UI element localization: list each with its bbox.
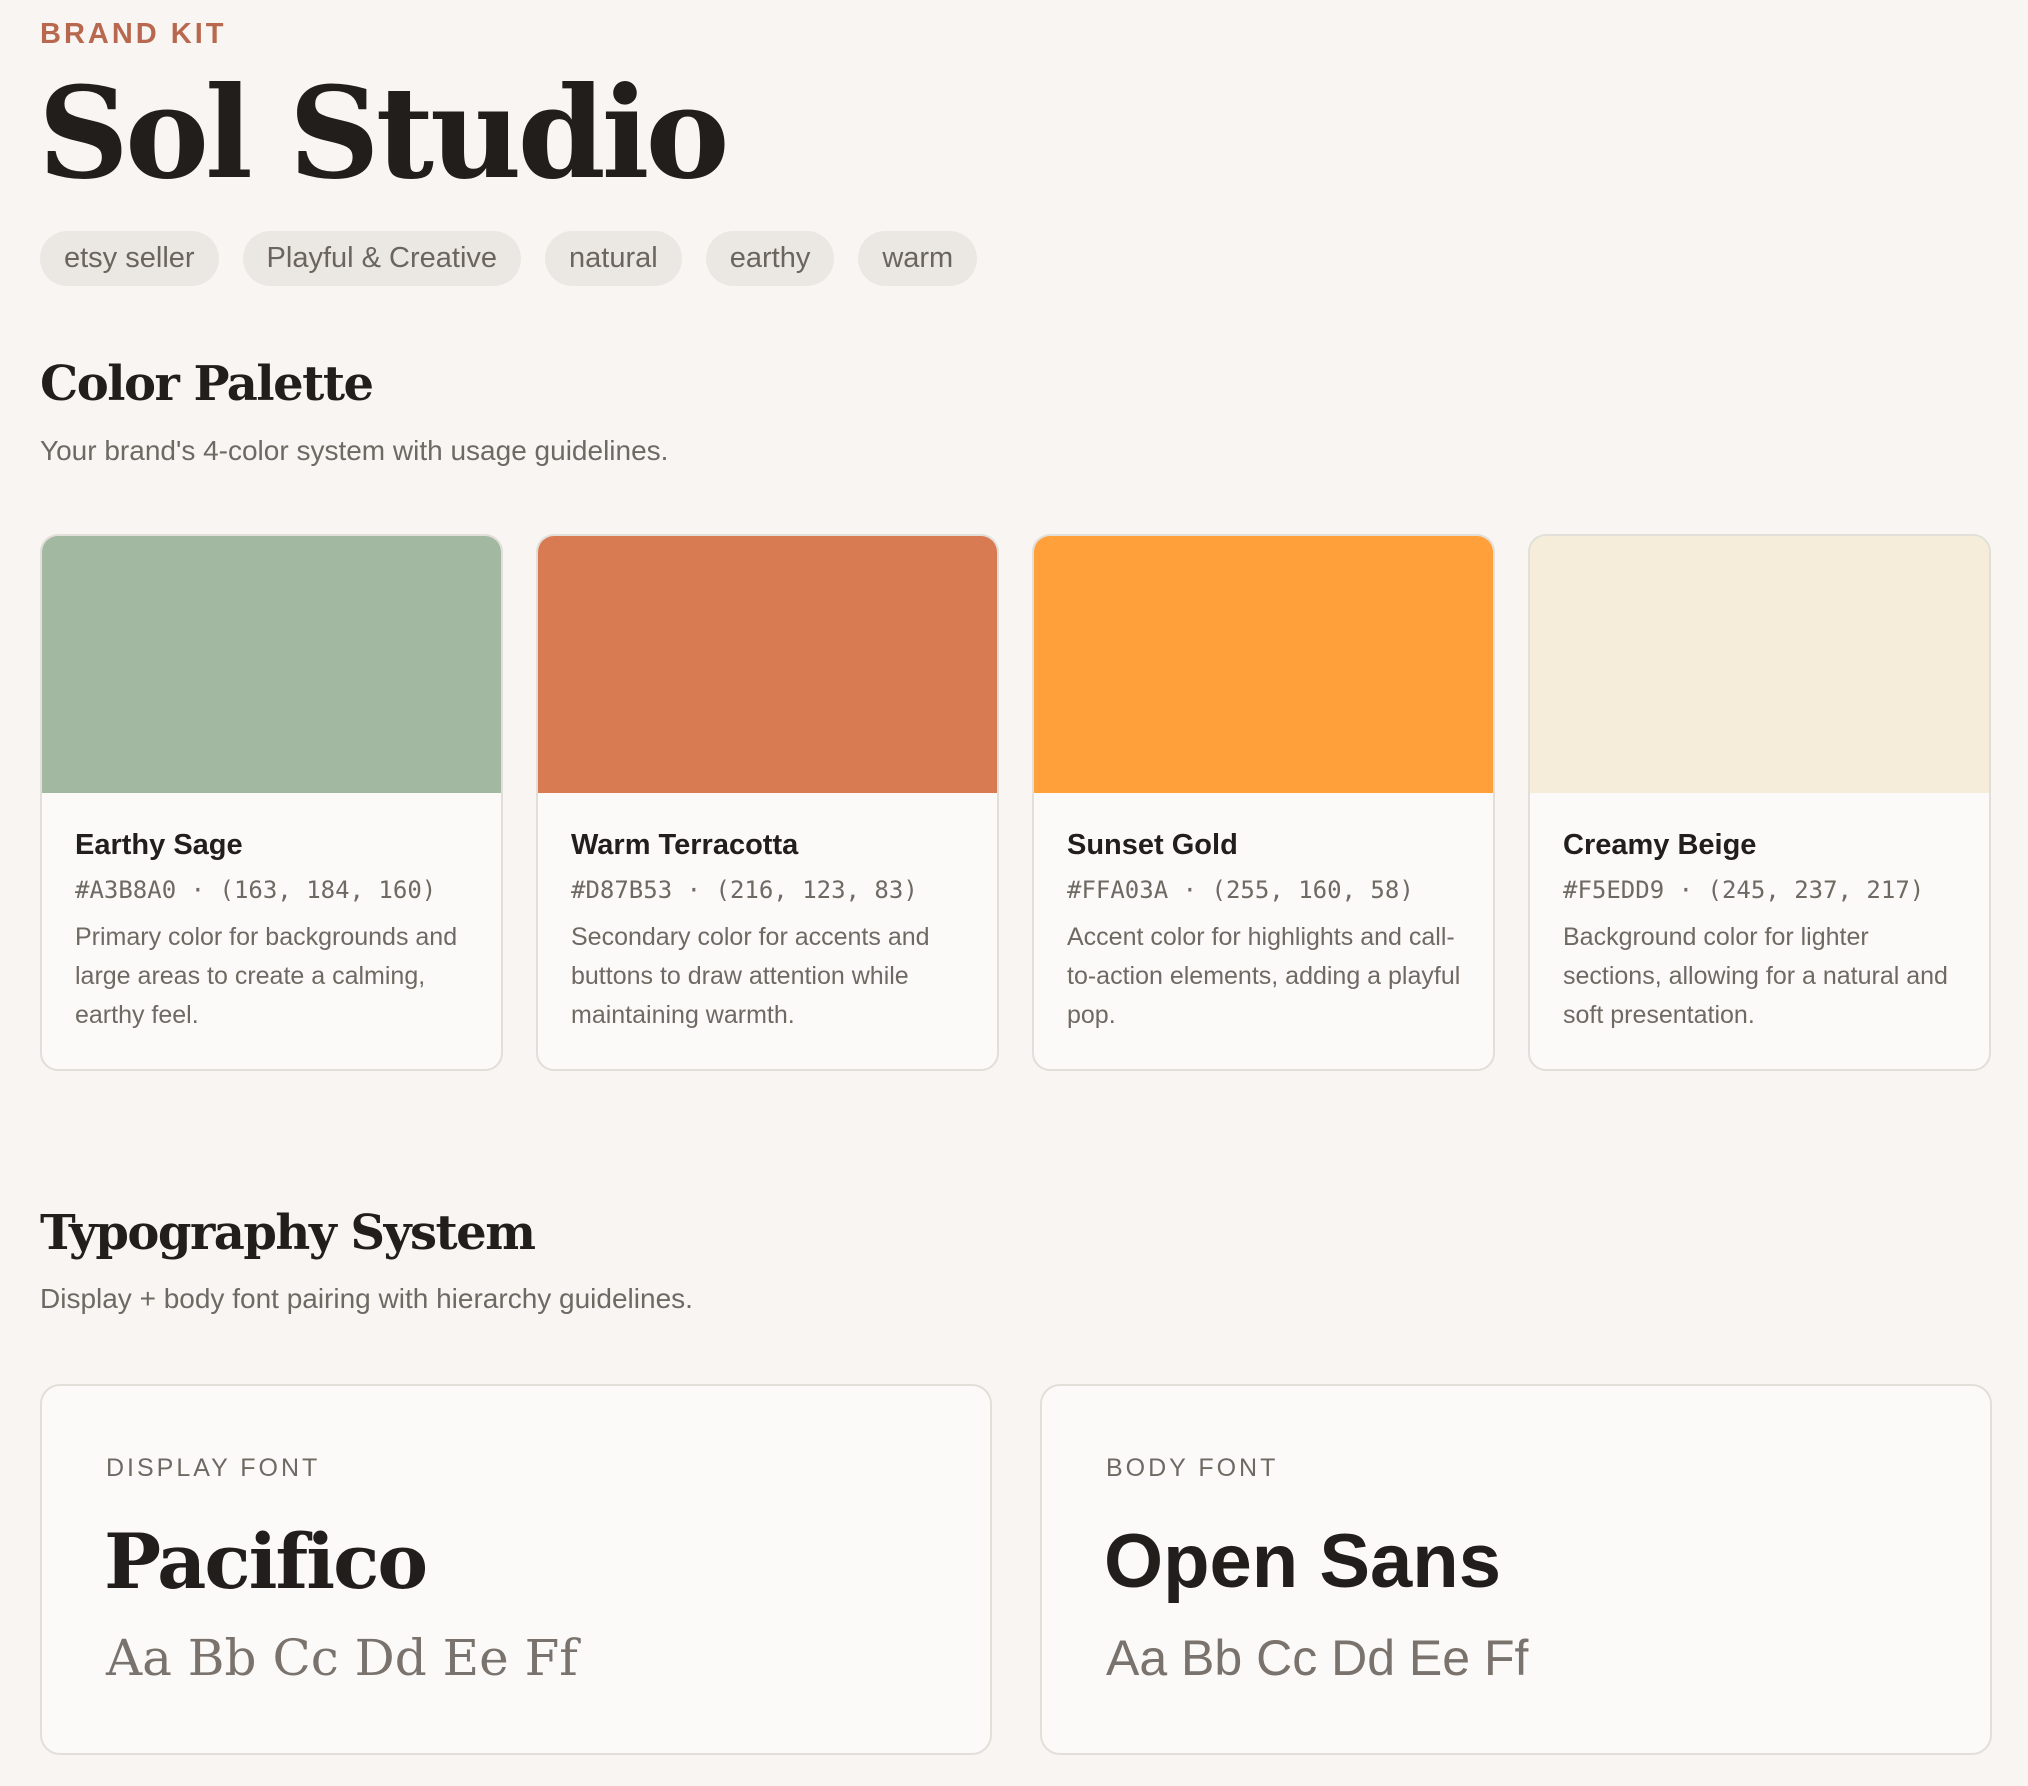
body-font-label: BODY FONT bbox=[1106, 1454, 1279, 1482]
color-chip bbox=[1530, 536, 1989, 793]
color-description: Primary color for backgrounds and large … bbox=[75, 923, 458, 1029]
body-font-name: Open Sans bbox=[1104, 1519, 1501, 1604]
color-card-sunset-gold: Sunset Gold #FFA03A · (255, 160, 58) Acc… bbox=[1032, 534, 1495, 1071]
color-name: Creamy Beige bbox=[1563, 829, 1757, 861]
display-font-name: Pacifico bbox=[104, 1517, 428, 1606]
color-name: Sunset Gold bbox=[1067, 829, 1238, 861]
display-font-label: DISPLAY FONT bbox=[106, 1454, 321, 1482]
palette-section-subtitle: Your brand's 4-color system with usage g… bbox=[40, 435, 669, 466]
color-description: Accent color for highlights and call-to-… bbox=[1067, 923, 1461, 1029]
color-codes: #A3B8A0 · (163, 184, 160) bbox=[75, 876, 437, 904]
tag-chip: natural bbox=[545, 231, 682, 286]
typography-section-title: Typography System bbox=[40, 1205, 536, 1261]
color-card-earthy-sage: Earthy Sage #A3B8A0 · (163, 184, 160) Pr… bbox=[40, 534, 503, 1071]
typography-section-subtitle: Display + body font pairing with hierarc… bbox=[40, 1283, 693, 1314]
color-description: Background color for lighter sections, a… bbox=[1563, 923, 1948, 1029]
color-chip bbox=[538, 536, 997, 793]
display-font-sample: Aa Bb Cc Dd Ee Ff bbox=[106, 1629, 578, 1687]
color-chip bbox=[42, 536, 501, 793]
color-name: Earthy Sage bbox=[75, 829, 243, 861]
color-codes: #FFA03A · (255, 160, 58) bbox=[1067, 876, 1414, 904]
display-font-card: DISPLAY FONT Pacifico Aa Bb Cc Dd Ee Ff bbox=[40, 1384, 992, 1755]
tag-chip: Playful & Creative bbox=[242, 231, 522, 286]
body-font-sample: Aa Bb Cc Dd Ee Ff bbox=[1106, 1630, 1529, 1686]
color-card-creamy-beige: Creamy Beige #F5EDD9 · (245, 237, 217) B… bbox=[1528, 534, 1991, 1071]
tag-chip: earthy bbox=[705, 231, 835, 286]
color-chip bbox=[1034, 536, 1493, 793]
color-codes: #D87B53 · (216, 123, 83) bbox=[571, 876, 918, 904]
tag-list: etsy seller Playful & Creative natural e… bbox=[40, 231, 978, 286]
color-name: Warm Terracotta bbox=[571, 829, 799, 861]
color-codes: #F5EDD9 · (245, 237, 217) bbox=[1563, 876, 1925, 904]
color-description: Secondary color for accents and buttons … bbox=[571, 923, 930, 1029]
color-swatch-grid: Earthy Sage #A3B8A0 · (163, 184, 160) Pr… bbox=[40, 534, 1992, 1071]
brand-title: Sol Studio bbox=[38, 59, 730, 207]
eyebrow-label: BRAND KIT bbox=[40, 18, 227, 50]
tag-chip: etsy seller bbox=[40, 231, 219, 286]
palette-section-title: Color Palette bbox=[40, 356, 374, 412]
body-font-card: BODY FONT Open Sans Aa Bb Cc Dd Ee Ff bbox=[1040, 1384, 1992, 1755]
color-card-warm-terracotta: Warm Terracotta #D87B53 · (216, 123, 83)… bbox=[536, 534, 999, 1071]
tag-chip: warm bbox=[858, 231, 978, 286]
